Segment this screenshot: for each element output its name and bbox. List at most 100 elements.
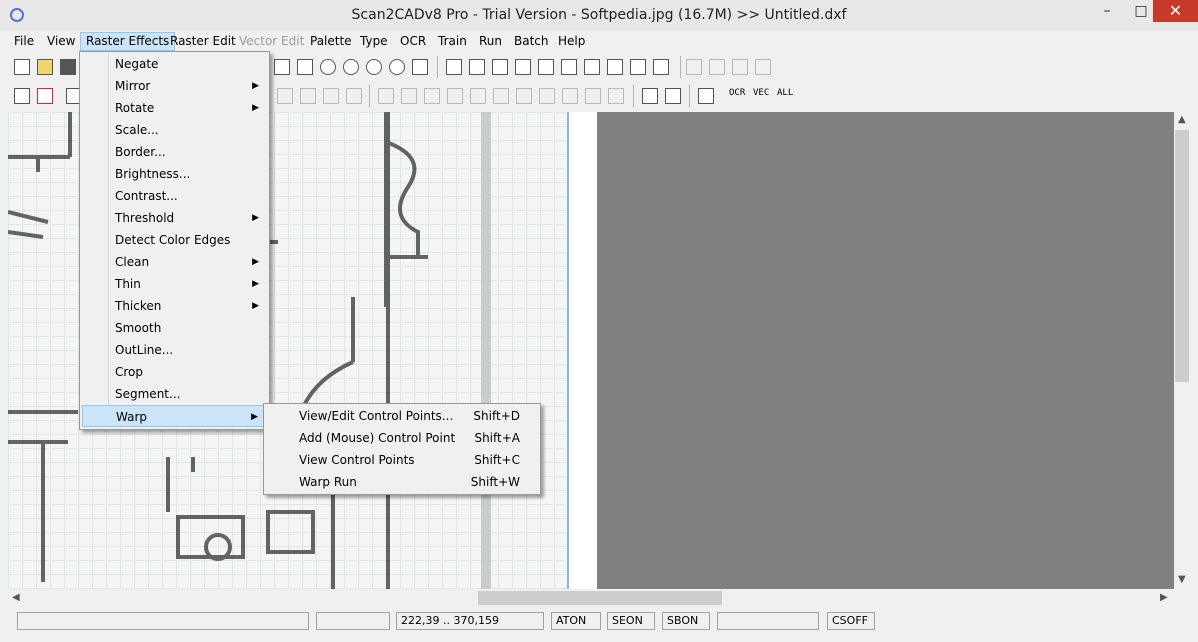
menu-help[interactable]: Help: [553, 33, 590, 50]
vector-tool-3-icon[interactable]: [424, 88, 440, 104]
horizontal-scroll-thumb[interactable]: [478, 591, 722, 605]
cut-icon[interactable]: [686, 59, 702, 75]
menu-train[interactable]: Train: [433, 33, 472, 50]
menu-item-threshold[interactable]: Threshold ▶: [82, 207, 267, 229]
status-csoff[interactable]: CSOFF: [827, 612, 875, 630]
raster-edit-mode-icon[interactable]: [14, 88, 30, 104]
scroll-down-icon[interactable]: ▼: [1178, 574, 1186, 585]
menu-item-smooth[interactable]: Smooth: [82, 317, 267, 339]
text-z-icon[interactable]: [277, 88, 293, 104]
menu-item-view-control-points[interactable]: View Control Points Shift+C: [266, 449, 538, 471]
menu-item-brightness[interactable]: Brightness...: [82, 163, 267, 185]
raster-erase-mode-icon[interactable]: [37, 88, 53, 104]
menu-view[interactable]: View: [42, 33, 80, 50]
menu-item-thicken[interactable]: Thicken ▶: [82, 295, 267, 317]
view-eye-alt-icon[interactable]: [297, 59, 313, 75]
menu-item-label: Negate: [115, 57, 159, 71]
menu-item-negate[interactable]: Negate: [82, 53, 267, 75]
empty-canvas-area[interactable]: [597, 112, 1174, 589]
menu-item-contrast[interactable]: Contrast...: [82, 185, 267, 207]
new-file-icon[interactable]: [14, 59, 30, 75]
menu-raster-edit[interactable]: Raster Edit: [165, 33, 241, 50]
menu-raster-effects[interactable]: Raster Effects: [80, 32, 176, 51]
menu-item-thin[interactable]: Thin ▶: [82, 273, 267, 295]
open-folder-icon[interactable]: [37, 59, 53, 75]
paste-special-icon[interactable]: [755, 59, 771, 75]
menu-item-label: Warp: [116, 410, 148, 424]
text-a-icon[interactable]: [346, 88, 362, 104]
ocr-button[interactable]: OCR: [729, 88, 745, 98]
all-button[interactable]: ALL: [777, 88, 793, 98]
status-sbon[interactable]: SBON: [662, 612, 710, 630]
menu-item-mirror[interactable]: Mirror ▶: [82, 75, 267, 97]
menu-item-clean[interactable]: Clean ▶: [82, 251, 267, 273]
menu-vector-edit[interactable]: Vector Edit: [234, 33, 309, 50]
paste-icon[interactable]: [732, 59, 748, 75]
mirror-vector-icon[interactable]: [323, 88, 339, 104]
menu-item-border[interactable]: Border...: [82, 141, 267, 163]
menu-item-scale[interactable]: Scale...: [82, 119, 267, 141]
vector-tool-9-icon[interactable]: [562, 88, 578, 104]
layer-tool-7-icon[interactable]: [584, 59, 600, 75]
layer-tool-4-icon[interactable]: [515, 59, 531, 75]
menu-item-detect-color-edges[interactable]: Detect Color Edges: [82, 229, 267, 251]
zoom-window-icon[interactable]: [366, 59, 382, 75]
status-aton[interactable]: ATON: [551, 612, 601, 630]
vertical-scroll-thumb[interactable]: [1175, 130, 1189, 382]
node-icon[interactable]: [300, 88, 316, 104]
menu-item-label: Clean: [115, 255, 150, 269]
menu-file[interactable]: File: [9, 33, 39, 50]
vector-tool-2-icon[interactable]: [401, 88, 417, 104]
save-icon[interactable]: [60, 59, 76, 75]
menu-run[interactable]: Run: [474, 33, 507, 50]
copy-icon[interactable]: [709, 59, 725, 75]
fill-icon[interactable]: [665, 88, 681, 104]
vector-tool-5-icon[interactable]: [470, 88, 486, 104]
zoom-in-icon[interactable]: [320, 59, 336, 75]
layer-tool-9-icon[interactable]: [630, 59, 646, 75]
menu-item-warp-run[interactable]: Warp Run Shift+W: [266, 471, 538, 493]
menu-item-rotate[interactable]: Rotate ▶: [82, 97, 267, 119]
layer-tool-1-icon[interactable]: [446, 59, 462, 75]
menu-item-label: Threshold: [115, 211, 175, 225]
zoom-out-icon[interactable]: [343, 59, 359, 75]
pan-hand-icon[interactable]: [412, 59, 428, 75]
menu-ocr[interactable]: OCR: [395, 33, 431, 50]
menu-item-segment[interactable]: Segment...: [82, 383, 267, 405]
minimize-button[interactable]: –: [1090, 0, 1124, 22]
vec-button[interactable]: VEC: [753, 88, 769, 98]
menu-item-crop[interactable]: Crop: [82, 361, 267, 383]
status-seon[interactable]: SEON: [607, 612, 655, 630]
layer-tool-3-icon[interactable]: [492, 59, 508, 75]
vector-tool-8-icon[interactable]: [539, 88, 555, 104]
vector-tool-10-icon[interactable]: [585, 88, 601, 104]
menu-item-outline[interactable]: OutLine...: [82, 339, 267, 361]
submenu-arrow-icon: ▶: [252, 257, 259, 267]
layer-tool-10-icon[interactable]: [653, 59, 669, 75]
vector-tool-1-icon[interactable]: [378, 88, 394, 104]
scroll-left-icon[interactable]: ◀: [12, 592, 20, 603]
page-edge: [567, 112, 597, 589]
menu-item-view-edit-control-points[interactable]: View/Edit Control Points... Shift+D: [266, 405, 538, 427]
menu-item-label: Mirror: [115, 79, 151, 93]
menu-palette[interactable]: Palette: [305, 33, 357, 50]
layer-tool-2-icon[interactable]: [469, 59, 485, 75]
grid-view-icon[interactable]: [698, 88, 714, 104]
vector-tool-6-icon[interactable]: [493, 88, 509, 104]
vector-tool-7-icon[interactable]: [516, 88, 532, 104]
menu-item-add-control-point[interactable]: Add (Mouse) Control Point Shift+A: [266, 427, 538, 449]
view-eye-icon[interactable]: [274, 59, 290, 75]
scroll-right-icon[interactable]: ▶: [1160, 592, 1168, 603]
layer-tool-6-icon[interactable]: [561, 59, 577, 75]
scroll-up-icon[interactable]: ▲: [1178, 114, 1186, 125]
close-button[interactable]: ✕: [1153, 0, 1198, 22]
layer-tool-5-icon[interactable]: [538, 59, 554, 75]
menu-batch[interactable]: Batch: [509, 33, 554, 50]
zoom-fit-icon[interactable]: [389, 59, 405, 75]
eyedropper-icon[interactable]: [642, 88, 658, 104]
vector-tool-4-icon[interactable]: [447, 88, 463, 104]
vector-tool-11-icon[interactable]: [608, 88, 624, 104]
menu-type[interactable]: Type: [355, 33, 393, 50]
menu-item-warp[interactable]: Warp ▶: [82, 405, 267, 427]
layer-tool-8-icon[interactable]: [607, 59, 623, 75]
